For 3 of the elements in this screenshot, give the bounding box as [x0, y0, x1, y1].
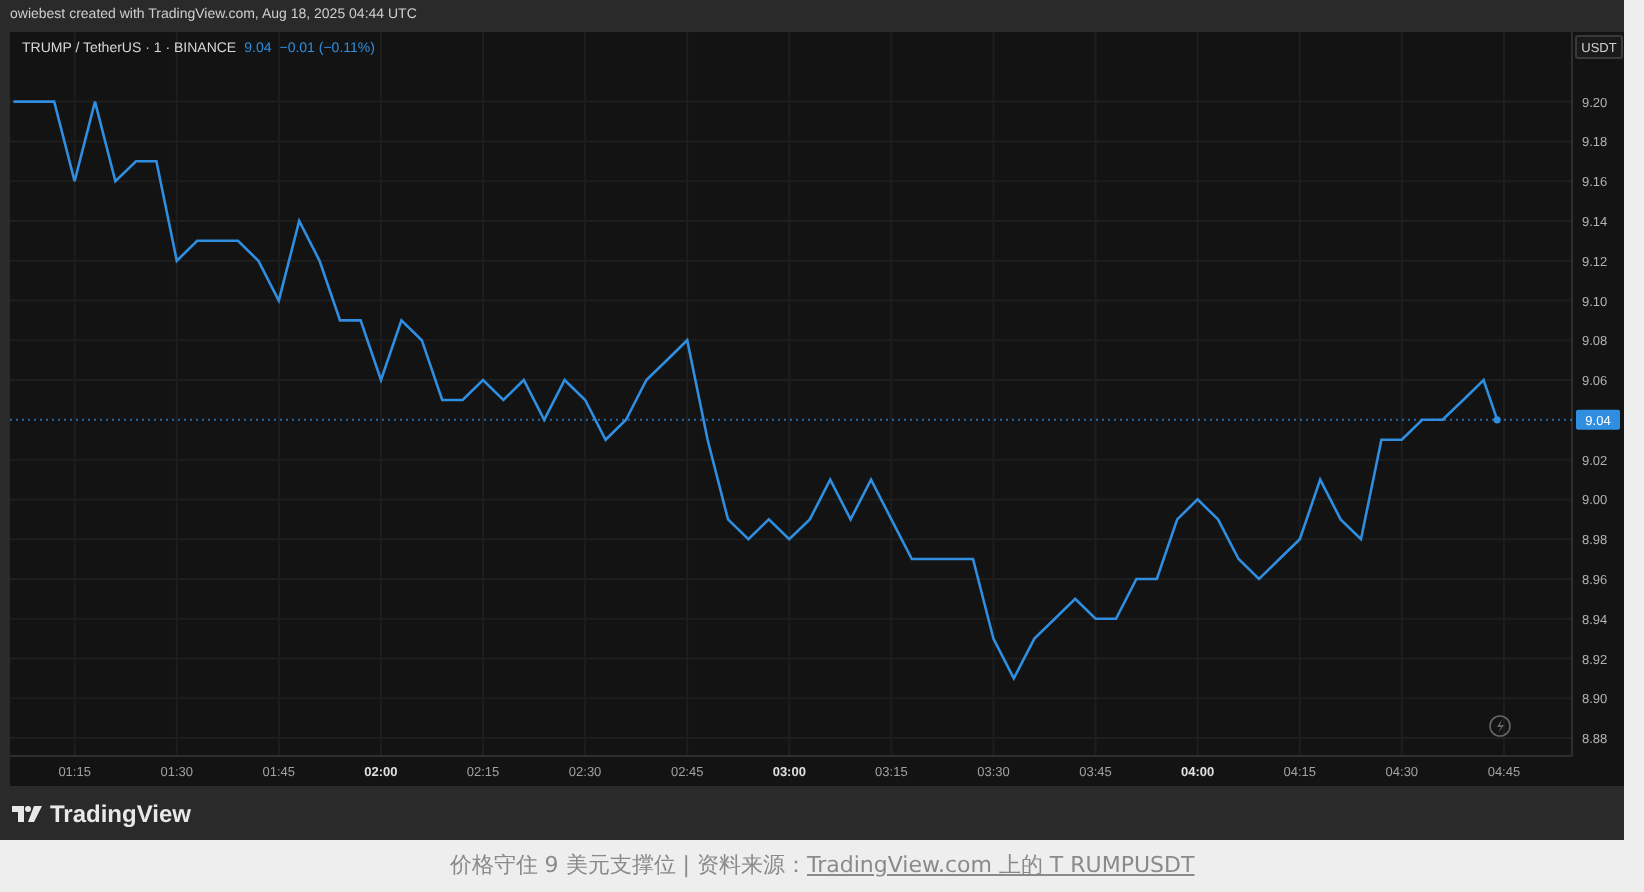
source-link[interactable]: TradingView.com 上的 T RUMPUSDT [807, 849, 1195, 883]
brand-name: TradingView [50, 797, 191, 831]
caption-text: 价格守住 9 美元支撑位 | 资料来源： [449, 849, 807, 882]
